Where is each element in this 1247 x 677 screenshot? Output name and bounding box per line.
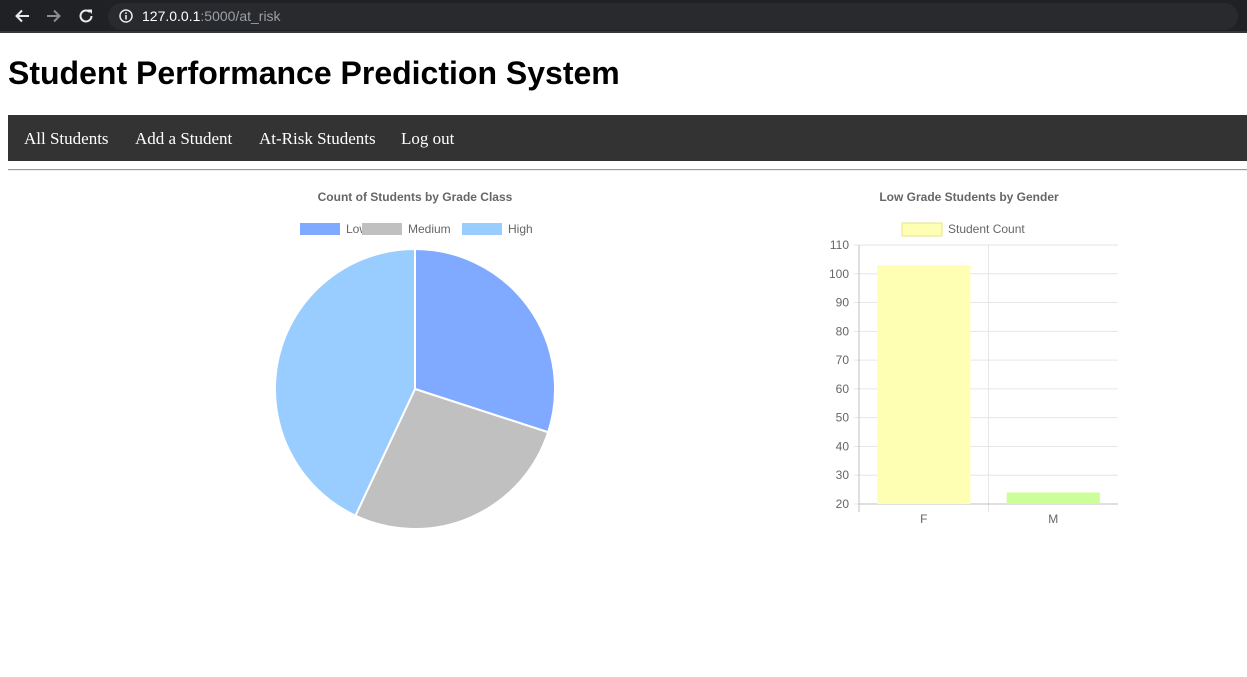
y-tick-label: 90 (836, 296, 850, 310)
y-tick-label: 70 (836, 353, 850, 367)
pie-legend-item-high[interactable]: High (462, 222, 533, 236)
pie-legend-label: Medium (408, 222, 451, 236)
page-title: Student Performance Prediction System (8, 55, 620, 91)
y-tick-label: 20 (836, 497, 850, 511)
main-nav: All Students Add a Student At-Risk Stude… (8, 115, 1247, 161)
pie-legend-swatch (300, 223, 340, 235)
bar-legend-label: Student Count (948, 222, 1025, 236)
x-tick-label: F (920, 512, 927, 526)
x-tick-label: M (1048, 512, 1058, 526)
nav-all-students[interactable]: All Students (24, 129, 109, 149)
nav-log-out[interactable]: Log out (401, 129, 454, 149)
browser-toolbar: 127.0.0.1:5000/at_risk (0, 0, 1247, 33)
y-tick-label: 110 (830, 238, 849, 252)
gender-bar-chart: Student Count 20 30 40 50 60 70 80 90 100 110 F M (829, 222, 1118, 526)
divider (8, 169, 1247, 171)
y-tick-label: 60 (836, 382, 850, 396)
bar-chart-title: Low Grade Students by Gender (879, 190, 1059, 204)
info-icon[interactable] (119, 9, 133, 23)
nav-at-risk-students[interactable]: At-Risk Students (259, 129, 376, 149)
url-host: 127.0.0.1 (142, 8, 201, 24)
y-tick-label: 30 (836, 468, 850, 482)
grade-class-pie-chart: Low Medium High (274, 222, 556, 530)
bar-m[interactable] (1006, 492, 1100, 504)
reload-icon[interactable] (76, 6, 96, 26)
url-text: 127.0.0.1:5000/at_risk (142, 8, 281, 24)
pie-legend-swatch (362, 223, 402, 235)
pie-legend-item-medium[interactable]: Medium (362, 222, 451, 236)
pie-legend-item-low[interactable]: Low (300, 222, 368, 236)
back-arrow-icon[interactable] (12, 6, 32, 26)
pie-legend-swatch (462, 223, 502, 235)
bar-legend-item[interactable]: Student Count (901, 222, 1025, 237)
url-path: :5000/at_risk (200, 8, 281, 24)
bar-legend-swatch (901, 222, 943, 237)
y-tick-label: 40 (836, 439, 850, 453)
bar-f[interactable] (877, 265, 971, 504)
y-tick-label: 50 (836, 411, 850, 425)
y-tick-label: 80 (836, 324, 850, 338)
pie-chart-title: Count of Students by Grade Class (317, 190, 513, 204)
y-tick-label: 100 (829, 267, 849, 281)
forward-arrow-icon[interactable] (44, 6, 64, 26)
address-bar[interactable]: 127.0.0.1:5000/at_risk (108, 3, 1238, 30)
nav-add-student[interactable]: Add a Student (135, 129, 232, 149)
pie-legend-label: High (508, 222, 533, 236)
